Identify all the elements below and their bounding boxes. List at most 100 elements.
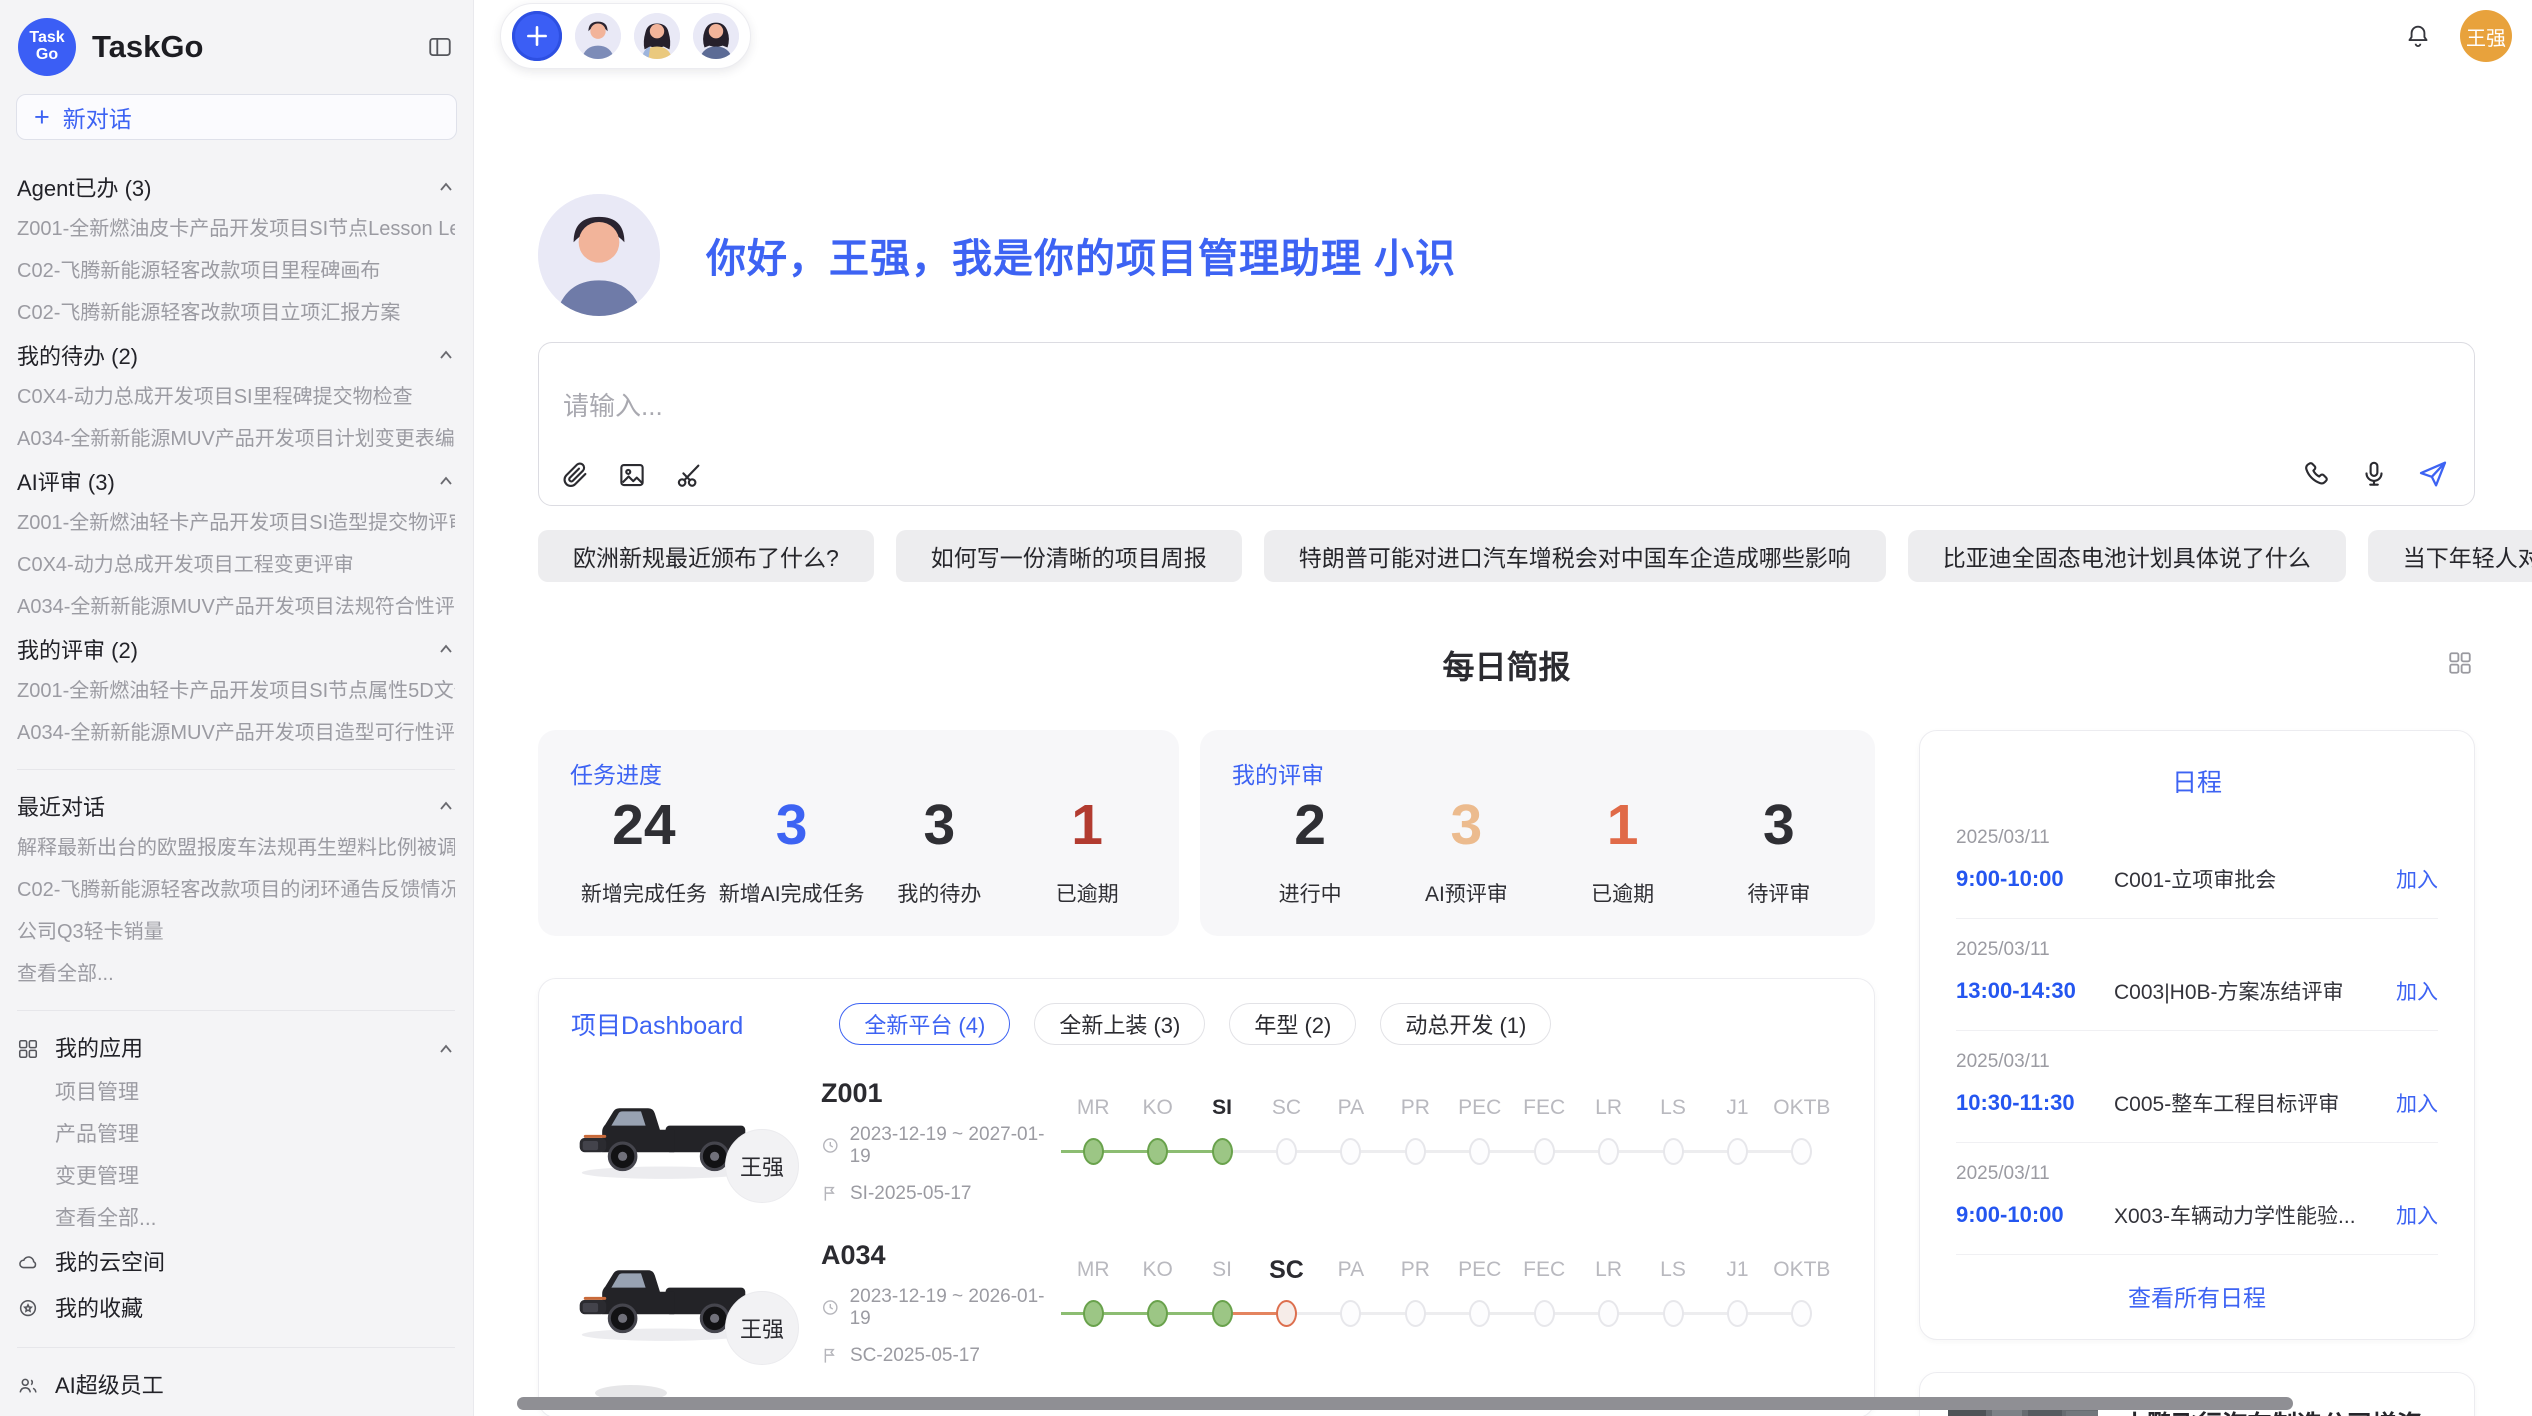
stat-ai-prereview: 3 AI预评审 <box>1388 797 1544 908</box>
suggestion-chip[interactable]: 当下年轻人对汽车外观有怎样的喜好趋势 <box>2368 530 2532 582</box>
add-agent-button[interactable] <box>512 11 562 61</box>
project-code: Z001 <box>821 1078 1061 1109</box>
project-row[interactable]: 王强 A034 2023-12-19 ~ 2026-01-19 SC-2025-… <box>571 1237 1834 1369</box>
clock-icon <box>821 1298 840 1317</box>
milestone-dot-todo <box>1405 1300 1426 1327</box>
hero: 你好，王强，我是你的项目管理助理 小识 <box>538 194 2475 316</box>
section-my-review[interactable]: 我的评审 (2) <box>17 628 455 670</box>
section-ai-review[interactable]: AI评审 (3) <box>17 460 455 502</box>
join-link[interactable]: 加入 <box>2380 864 2438 894</box>
project-dates: 2023-12-19 ~ 2027-01-19 <box>821 1124 1061 1168</box>
scissors-icon[interactable] <box>674 460 704 490</box>
section-title: 我的评审 (2) <box>17 633 138 665</box>
phone-icon[interactable] <box>2301 459 2331 489</box>
stat-value: 3 <box>1388 797 1544 854</box>
milestone: PA <box>1319 1253 1383 1349</box>
recent-chat-item[interactable]: 解释最新出台的欧盟报废车法规再生塑料比例被调至15%... <box>17 827 455 869</box>
new-chat-button[interactable]: + 新对话 <box>16 94 457 140</box>
sidebar-item-cloud-space[interactable]: 我的云空间 <box>17 1240 455 1286</box>
schedule-event: X003-车辆动力学性能验... <box>2114 1200 2356 1230</box>
schedule-time: 10:30-11:30 <box>1956 1090 2114 1116</box>
app-item-product-mgmt[interactable]: 产品管理 <box>17 1114 455 1156</box>
section-my-todo[interactable]: 我的待办 (2) <box>17 334 455 376</box>
stat-label: 我的待办 <box>866 878 1014 908</box>
chevron-up-icon[interactable] <box>437 179 455 195</box>
user-avatar[interactable]: 王强 <box>2460 10 2512 62</box>
section-recent-chats[interactable]: 最近对话 <box>17 785 455 827</box>
stat-value: 2 <box>1232 797 1388 854</box>
chevron-up-icon[interactable] <box>437 347 455 363</box>
sidebar-item[interactable]: A034-全新新能源MUV产品开发项目计划变更表编写 <box>17 418 455 460</box>
bell-icon[interactable] <box>2404 22 2432 50</box>
view-all-schedule-link[interactable]: 查看所有日程 <box>1956 1279 2438 1313</box>
sidebar-item[interactable]: Z001-全新燃油轻卡产品开发项目SI节点属性5D文件评审 <box>17 670 455 712</box>
milestone-dot-done <box>1212 1300 1233 1327</box>
milestone: SC <box>1254 1091 1318 1187</box>
image-icon[interactable] <box>617 460 647 490</box>
sidebar-item[interactable]: A034-全新新能源MUV产品开发项目造型可行性评审 <box>17 712 455 754</box>
agent-avatar-1[interactable] <box>575 13 621 59</box>
flag-icon <box>821 1346 840 1365</box>
chevron-up-icon[interactable] <box>437 473 455 489</box>
recent-chat-item[interactable]: 公司Q3轻卡销量 <box>17 911 455 953</box>
tab-powertrain[interactable]: 动总开发 (1) <box>1380 1003 1551 1045</box>
agent-avatar-3[interactable] <box>693 13 739 59</box>
topbar: 王强 <box>474 0 2532 72</box>
suggestion-chip[interactable]: 欧洲新规最近颁布了什么? <box>538 530 874 582</box>
sidebar-item[interactable]: C0X4-动力总成开发项目工程变更评审 <box>17 544 455 586</box>
project-row[interactable]: 王强 Z001 2023-12-19 ~ 2027-01-19 SI-2025-… <box>571 1075 1834 1207</box>
schedule-item: 2025/03/11 13:00-14:30 C003|H0B-方案冻结评审 加… <box>1956 919 2438 1031</box>
sidebar-item[interactable]: C02-飞腾新能源轻客改款项目立项汇报方案 <box>17 292 455 334</box>
sidebar-item[interactable]: A034-全新新能源MUV产品开发项目法规符合性评审 <box>17 586 455 628</box>
microphone-icon[interactable] <box>2359 459 2389 489</box>
agent-avatar-2[interactable] <box>634 13 680 59</box>
recent-chats-view-all[interactable]: 查看全部... <box>17 953 455 995</box>
suggestion-chip[interactable]: 特朗普可能对进口汽车增税会对中国车企造成哪些影响 <box>1264 530 1886 582</box>
milestone-dot-alert <box>1276 1300 1297 1327</box>
project-image-wrap: 王强 <box>571 1257 801 1349</box>
section-title: 最近对话 <box>17 790 105 822</box>
section-agent-done[interactable]: Agent已办 (3) <box>17 166 455 208</box>
sidebar-item-my-apps[interactable]: 我的应用 <box>17 1026 455 1072</box>
tab-year-model[interactable]: 年型 (2) <box>1229 1003 1356 1045</box>
sidebar-item[interactable]: C0X4-动力总成开发项目SI里程碑提交物检查 <box>17 376 455 418</box>
apps-view-all[interactable]: 查看全部... <box>17 1198 455 1240</box>
grid-icon <box>17 1038 39 1060</box>
stat-new-done: 24 新增完成任务 <box>570 797 718 908</box>
tab-new-platform[interactable]: 全新平台 (4) <box>839 1003 1010 1045</box>
layout-grid-icon[interactable] <box>2447 650 2473 676</box>
project-flag: SI-2025-05-17 <box>821 1183 1061 1205</box>
stat-label: 已逾期 <box>1545 878 1701 908</box>
milestone-dot-todo <box>1727 1138 1748 1165</box>
attachment-icon[interactable] <box>560 460 590 490</box>
horizontal-scrollbar[interactable] <box>517 1397 2293 1410</box>
sidebar-item[interactable]: C02-飞腾新能源轻客改款项目里程碑画布 <box>17 250 455 292</box>
join-link[interactable]: 加入 <box>2380 976 2438 1006</box>
recent-chat-item[interactable]: C02-飞腾新能源轻客改款项目的闭环通告反馈情况 <box>17 869 455 911</box>
sidebar-item[interactable]: Z001-全新燃油皮卡产品开发项目SI节点Lesson Learn报告 <box>17 208 455 250</box>
app-item-project-mgmt[interactable]: 项目管理 <box>17 1072 455 1114</box>
stat-value: 3 <box>866 797 1014 854</box>
chevron-up-icon[interactable] <box>437 641 455 657</box>
project-flag-text: SC-2025-05-17 <box>850 1345 980 1367</box>
sidebar-collapse-icon[interactable] <box>427 34 453 60</box>
tab-new-body[interactable]: 全新上装 (3) <box>1034 1003 1205 1045</box>
chevron-up-icon[interactable] <box>437 798 455 814</box>
suggestion-chip[interactable]: 如何写一份清晰的项目周报 <box>896 530 1242 582</box>
sidebar-item-ai-staff[interactable]: AI超级员工 <box>17 1363 455 1409</box>
stat-overdue: 1 已逾期 <box>1013 797 1161 908</box>
chevron-up-icon[interactable] <box>437 1041 455 1057</box>
join-link[interactable]: 加入 <box>2380 1200 2438 1230</box>
join-link[interactable]: 加入 <box>2380 1088 2438 1118</box>
send-icon[interactable] <box>2417 458 2449 490</box>
sidebar-item[interactable]: Z001-全新燃油轻卡产品开发项目SI造型提交物评审 <box>17 502 455 544</box>
sidebar-item-help-write[interactable]: 帮我写作 <box>17 1409 455 1416</box>
app-item-change-mgmt[interactable]: 变更管理 <box>17 1156 455 1198</box>
stat-value: 3 <box>718 797 866 854</box>
chat-input[interactable] <box>563 391 1724 422</box>
milestone-dot-todo <box>1340 1138 1361 1165</box>
suggestion-chip[interactable]: 比亚迪全固态电池计划具体说了什么 <box>1908 530 2346 582</box>
app-title: TaskGo <box>92 29 203 65</box>
sidebar-item-favorites[interactable]: 我的收藏 <box>17 1286 455 1332</box>
favorites-label: 我的收藏 <box>55 1286 143 1332</box>
